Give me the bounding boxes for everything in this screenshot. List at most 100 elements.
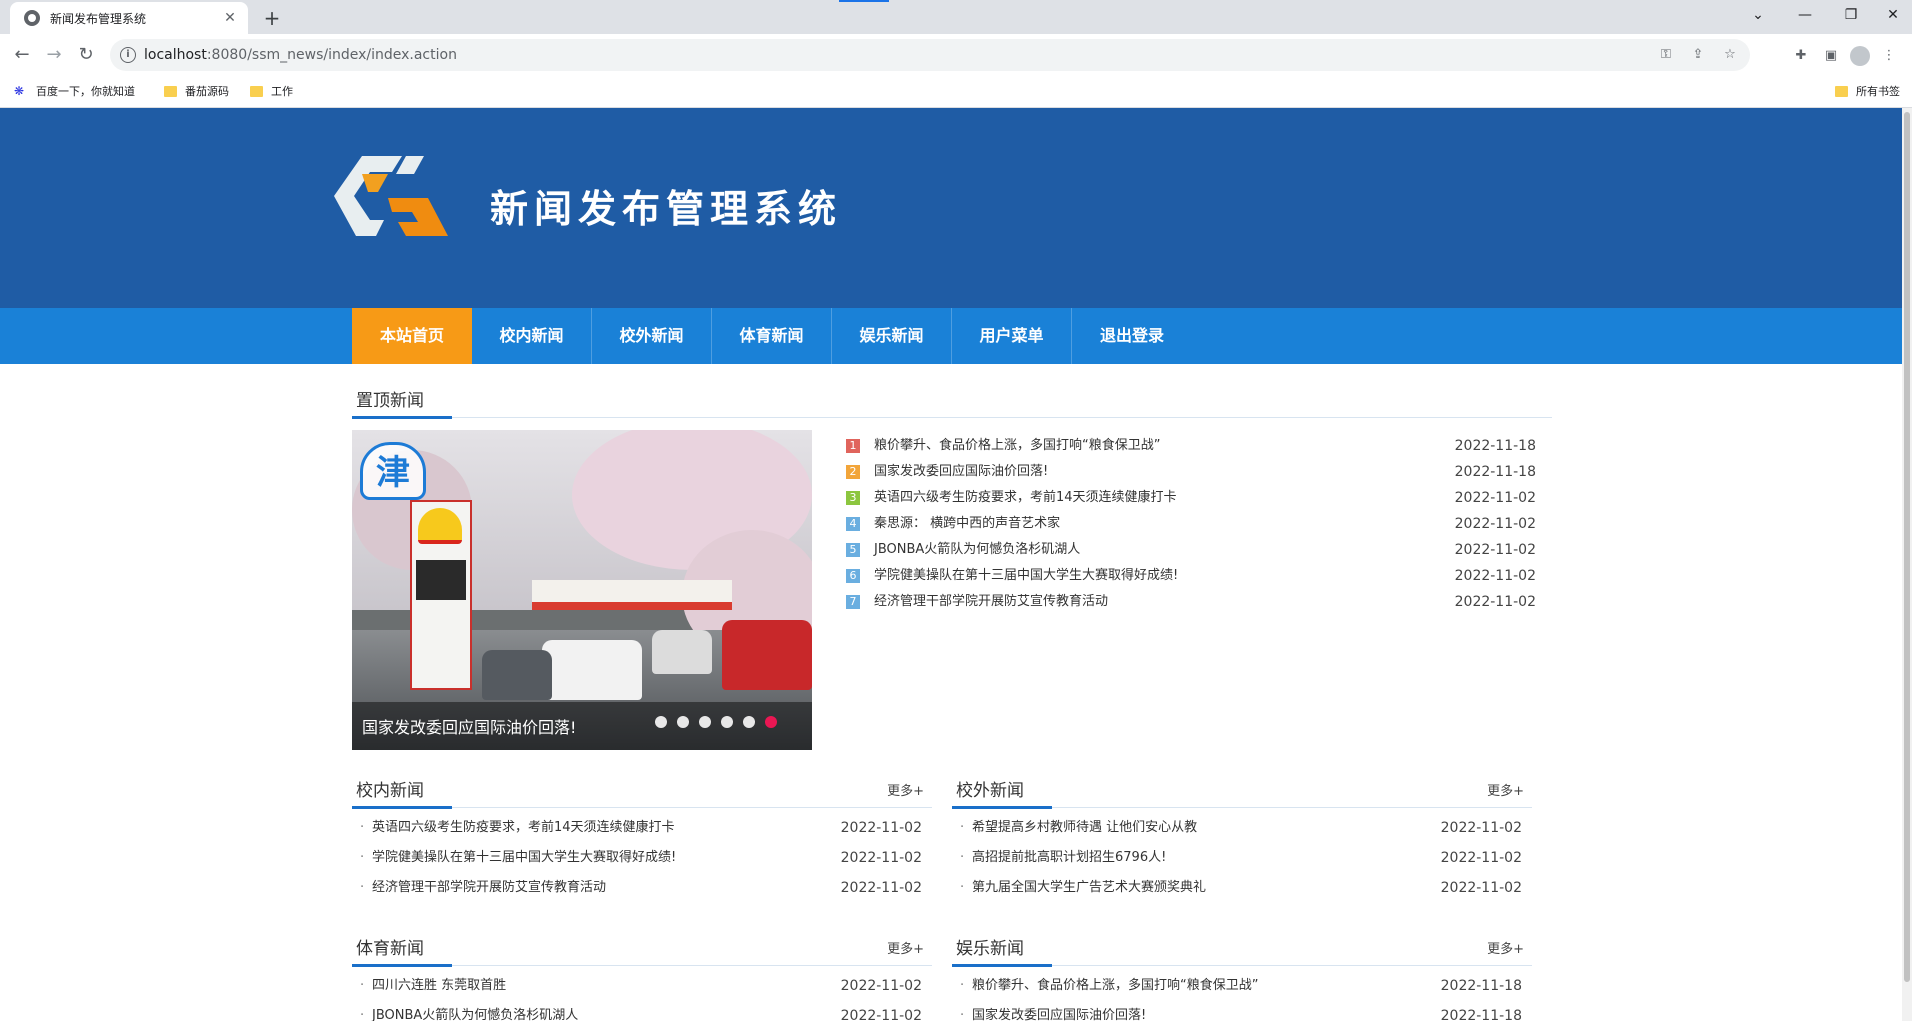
folder-icon — [250, 85, 263, 97]
section-title: 校内新闻 — [356, 781, 424, 801]
page-scrollbar[interactable] — [1902, 108, 1912, 1021]
news-title-link[interactable]: 第九届全国大学生广告艺术大赛颁奖典礼 — [972, 873, 1206, 903]
slide-caption[interactable]: 国家发改委回应国际油价回落! — [362, 714, 576, 738]
list-item[interactable]: 7 经济管理干部学院开展防艾宣传教育活动 2022-11-02 — [846, 589, 1536, 615]
slider-dot[interactable] — [699, 716, 711, 728]
campus-news-list: · 英语四六级考生防疫要求，考前14天须连续健康打卡 2022-11-02 · … — [352, 813, 932, 903]
share-icon[interactable]: ⇪ — [1688, 45, 1708, 65]
slider-dot[interactable] — [677, 716, 689, 728]
list-item[interactable]: · 学院健美操队在第十三届中国大学生大赛取得好成绩! 2022-11-02 — [352, 843, 932, 873]
folder-icon — [1835, 85, 1848, 97]
news-title-link[interactable]: 秦思源： 横跨中西的声音艺术家 — [874, 511, 1060, 537]
slider-dot-active[interactable] — [765, 716, 777, 728]
news-title-link[interactable]: 经济管理干部学院开展防艾宣传教育活动 — [372, 873, 606, 903]
entertainment-news-header: 娱乐新闻 更多+ — [952, 926, 1532, 967]
more-link[interactable]: 更多+ — [1487, 780, 1524, 799]
news-title-link[interactable]: 学院健美操队在第十三届中国大学生大赛取得好成绩! — [372, 843, 676, 873]
bookmark-label: 百度一下，你就知道 — [36, 85, 135, 98]
list-item[interactable]: 2 国家发改委回应国际油价回落! 2022-11-18 — [846, 459, 1536, 485]
more-menu-icon[interactable]: ⋮ — [1878, 45, 1900, 67]
nav-sports-news[interactable]: 体育新闻 — [712, 308, 832, 364]
list-item[interactable]: · 第九届全国大学生广告艺术大赛颁奖典礼 2022-11-02 — [952, 873, 1532, 903]
section-underline — [352, 964, 452, 967]
news-title-link[interactable]: JBONBA火箭队为何憾负洛杉矶湖人 — [874, 537, 1080, 563]
bookmark-baidu[interactable]: ❋ 百度一下，你就知道 — [14, 83, 135, 99]
watermark-logo-icon: 津 — [360, 442, 426, 500]
news-title-link[interactable]: JBONBA火箭队为何憾负洛杉矶湖人 — [372, 1001, 578, 1021]
nav-home[interactable]: 本站首页 — [352, 308, 472, 364]
restore-icon[interactable]: ❐ — [1828, 0, 1874, 30]
news-title-link[interactable]: 经济管理干部学院开展防艾宣传教育活动 — [874, 589, 1108, 615]
list-item[interactable]: 5 JBONBA火箭队为何憾负洛杉矶湖人 2022-11-02 — [846, 537, 1536, 563]
close-tab-icon[interactable]: ✕ — [218, 10, 242, 26]
bookmark-work[interactable]: 工作 — [250, 83, 293, 99]
browser-tab-strip: 新闻发布管理系统 ✕ + ⌄ — ❐ ✕ — [0, 0, 1912, 34]
rank-badge: 7 — [846, 595, 860, 609]
key-icon[interactable]: ⚿ — [1656, 45, 1676, 65]
browser-tab[interactable]: 新闻发布管理系统 ✕ — [10, 2, 248, 34]
star-icon[interactable]: ☆ — [1720, 45, 1740, 65]
list-item[interactable]: 1 粮价攀升、食品价格上涨，多国打响“粮食保卫战” 2022-11-18 — [846, 433, 1536, 459]
bookmark-all[interactable]: 所有书签 — [1835, 83, 1900, 99]
rank-badge: 2 — [846, 465, 860, 479]
nav-user-menu[interactable]: 用户菜单 — [952, 308, 1072, 364]
outside-news-header: 校外新闻 更多+ — [952, 768, 1532, 809]
more-link[interactable]: 更多+ — [887, 938, 924, 957]
more-link[interactable]: 更多+ — [1487, 938, 1524, 957]
news-title-link[interactable]: 高招提前批高职计划招生6796人! — [972, 843, 1166, 873]
news-title-link[interactable]: 英语四六级考生防疫要求，考前14天须连续健康打卡 — [874, 485, 1177, 511]
bookmark-fanqie[interactable]: 番茄源码 — [164, 83, 229, 99]
list-item[interactable]: 3 英语四六级考生防疫要求，考前14天须连续健康打卡 2022-11-02 — [846, 485, 1536, 511]
nav-logout[interactable]: 退出登录 — [1072, 308, 1192, 364]
slider-dot[interactable] — [743, 716, 755, 728]
list-item[interactable]: · 希望提高乡村教师待遇 让他们安心从教 2022-11-02 — [952, 813, 1532, 843]
section-underline — [952, 964, 1052, 967]
list-item[interactable]: · JBONBA火箭队为何憾负洛杉矶湖人 2022-11-02 — [352, 1001, 932, 1021]
list-item[interactable]: · 英语四六级考生防疫要求，考前14天须连续健康打卡 2022-11-02 — [352, 813, 932, 843]
url-path: :8080/ssm_news/index/index.action — [206, 47, 457, 63]
list-item[interactable]: 6 学院健美操队在第十三届中国大学生大赛取得好成绩! 2022-11-02 — [846, 563, 1536, 589]
news-title-link[interactable]: 国家发改委回应国际油价回落! — [972, 1001, 1146, 1021]
news-title-link[interactable]: 四川六连胜 东莞取首胜 — [372, 971, 506, 1001]
url-text[interactable]: localhost:8080/ssm_news/index/index.acti… — [144, 47, 457, 63]
minimize-icon[interactable]: — — [1782, 0, 1828, 30]
news-title-link[interactable]: 学院健美操队在第十三届中国大学生大赛取得好成绩! — [874, 563, 1178, 589]
section-underline — [352, 806, 452, 809]
news-title-link[interactable]: 粮价攀升、食品价格上涨，多国打响“粮食保卫战” — [874, 433, 1160, 459]
news-title-link[interactable]: 希望提高乡村教师待遇 让他们安心从教 — [972, 813, 1197, 843]
nav-entertainment-news[interactable]: 娱乐新闻 — [832, 308, 952, 364]
folder-icon — [164, 85, 177, 97]
reload-icon[interactable]: ↻ — [72, 41, 100, 69]
extension-area: ✚ ▣ ⋮ — [1790, 45, 1900, 67]
more-link[interactable]: 更多+ — [887, 780, 924, 799]
list-item[interactable]: · 经济管理干部学院开展防艾宣传教育活动 2022-11-02 — [352, 873, 932, 903]
new-tab-button[interactable]: + — [258, 4, 286, 32]
paw-icon: ❋ — [14, 83, 25, 98]
back-arrow-icon[interactable]: ← — [8, 41, 36, 69]
side-panel-icon[interactable]: ▣ — [1820, 45, 1842, 67]
list-item[interactable]: 4 秦思源： 横跨中西的声音艺术家 2022-11-02 — [846, 511, 1536, 537]
site-title: 新闻发布管理系统 — [490, 186, 843, 231]
scrollbar-thumb[interactable] — [1904, 112, 1910, 982]
list-item[interactable]: · 高招提前批高职计划招生6796人! 2022-11-02 — [952, 843, 1532, 873]
news-date: 2022-11-18 — [1440, 1008, 1522, 1021]
nav-campus-news[interactable]: 校内新闻 — [472, 308, 592, 364]
news-title-link[interactable]: 粮价攀升、食品价格上涨，多国打响“粮食保卫战” — [972, 971, 1258, 1001]
news-title-link[interactable]: 英语四六级考生防疫要求，考前14天须连续健康打卡 — [372, 813, 675, 843]
forward-arrow-icon[interactable]: → — [40, 41, 68, 69]
site-info-icon[interactable]: i — [120, 47, 136, 63]
slider-dot[interactable] — [721, 716, 733, 728]
list-item[interactable]: · 国家发改委回应国际油价回落! 2022-11-18 — [952, 1001, 1532, 1021]
close-window-icon[interactable]: ✕ — [1874, 0, 1912, 30]
news-title-link[interactable]: 国家发改委回应国际油价回落! — [874, 459, 1048, 485]
rank-badge: 6 — [846, 569, 860, 583]
address-bar[interactable]: i localhost:8080/ssm_news/index/index.ac… — [110, 39, 1750, 71]
list-item[interactable]: · 粮价攀升、食品价格上涨，多国打响“粮食保卫战” 2022-11-18 — [952, 971, 1532, 1001]
news-slider[interactable]: 津 国家发改委回应国际油价回落! — [352, 430, 812, 750]
nav-outside-news[interactable]: 校外新闻 — [592, 308, 712, 364]
tab-search-icon[interactable]: ⌄ — [1735, 0, 1781, 30]
avatar[interactable] — [1850, 46, 1870, 66]
puzzle-icon[interactable]: ✚ — [1790, 45, 1812, 67]
list-item[interactable]: · 四川六连胜 东莞取首胜 2022-11-02 — [352, 971, 932, 1001]
slider-dot[interactable] — [655, 716, 667, 728]
